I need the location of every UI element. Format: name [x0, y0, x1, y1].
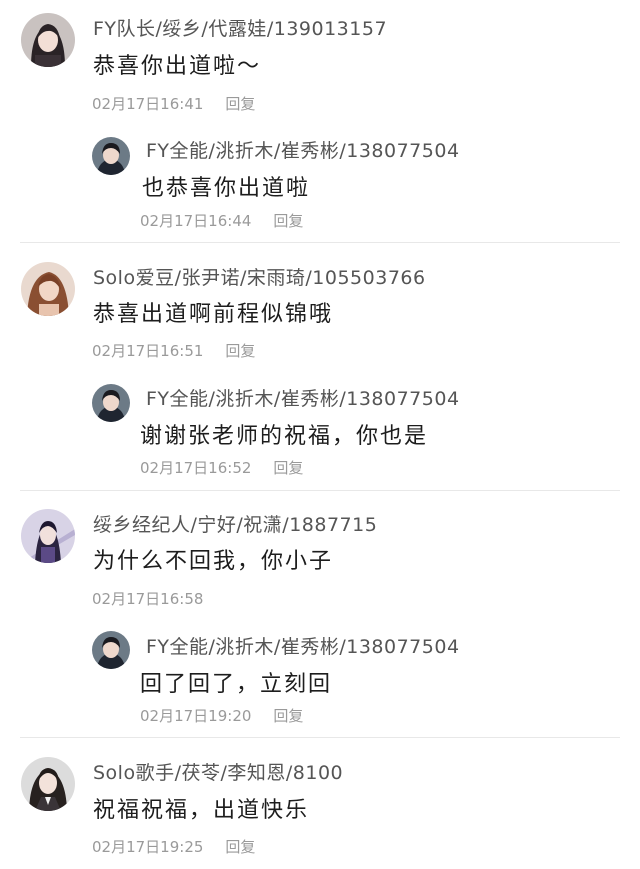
reply-button[interactable]: 回复 — [273, 212, 303, 230]
avatar[interactable] — [21, 13, 75, 67]
comment-time: 02月17日16:58 — [92, 590, 204, 608]
divider — [20, 490, 620, 491]
comment-time: 02月17日16:41 — [92, 95, 204, 113]
reply-meta: 02月17日16:52 回复 — [140, 457, 303, 478]
divider — [20, 242, 620, 243]
reply-time: 02月17日19:20 — [140, 707, 252, 725]
reply-meta: 02月17日19:20 回复 — [140, 705, 303, 726]
avatar[interactable] — [92, 137, 130, 175]
divider — [20, 737, 620, 738]
reply-text: 也恭喜你出道啦 — [142, 176, 311, 201]
comment-meta: 02月17日16:41 回复 — [92, 93, 255, 114]
reply-button[interactable]: 回复 — [225, 342, 255, 360]
comment-meta: 02月17日16:51 回复 — [92, 340, 255, 361]
reply-time: 02月17日16:52 — [140, 459, 252, 477]
reply-button[interactable]: 回复 — [225, 838, 255, 856]
reply-text: 回了回了，立刻回 — [140, 672, 333, 697]
reply-button[interactable]: 回复 — [273, 707, 303, 725]
comment-text: 祝福祝福，出道快乐 — [93, 798, 310, 823]
comment-time: 02月17日19:25 — [92, 838, 204, 856]
avatar[interactable] — [21, 262, 75, 316]
reply-author[interactable]: FY全能/洮折木/崔秀彬/138077504 — [146, 136, 460, 163]
avatar[interactable] — [92, 384, 130, 422]
reply-button[interactable]: 回复 — [225, 95, 255, 113]
comment-time: 02月17日16:51 — [92, 342, 204, 360]
comment-author[interactable]: 绥乡经纪人/宁好/祝潇/1887715 — [93, 510, 377, 537]
comment-text: 恭喜出道啊前程似锦哦 — [93, 302, 334, 327]
comment-author[interactable]: Solo爱豆/张尹诺/宋雨琦/105503766 — [93, 263, 426, 290]
comment-meta: 02月17日19:25 回复 — [92, 836, 255, 857]
comment-author[interactable]: FY队长/绥乡/代露娃/139013157 — [93, 14, 387, 41]
comment-author[interactable]: Solo歌手/茯苓/李知恩/8100 — [93, 758, 343, 785]
reply-author[interactable]: FY全能/洮折木/崔秀彬/138077504 — [146, 632, 460, 659]
comment-text: 为什么不回我，你小子 — [93, 549, 334, 574]
reply-text: 谢谢张老师的祝福，你也是 — [140, 424, 429, 449]
reply-button[interactable]: 回复 — [273, 459, 303, 477]
comment-text: 恭喜你出道啦～ — [93, 54, 262, 79]
reply-meta: 02月17日16:44 回复 — [140, 210, 303, 231]
reply-author[interactable]: FY全能/洮折木/崔秀彬/138077504 — [146, 384, 460, 411]
comment-meta: 02月17日16:58 — [92, 588, 203, 609]
avatar[interactable] — [92, 631, 130, 669]
reply-time: 02月17日16:44 — [140, 212, 252, 230]
avatar[interactable] — [21, 757, 75, 811]
avatar[interactable] — [21, 509, 75, 563]
